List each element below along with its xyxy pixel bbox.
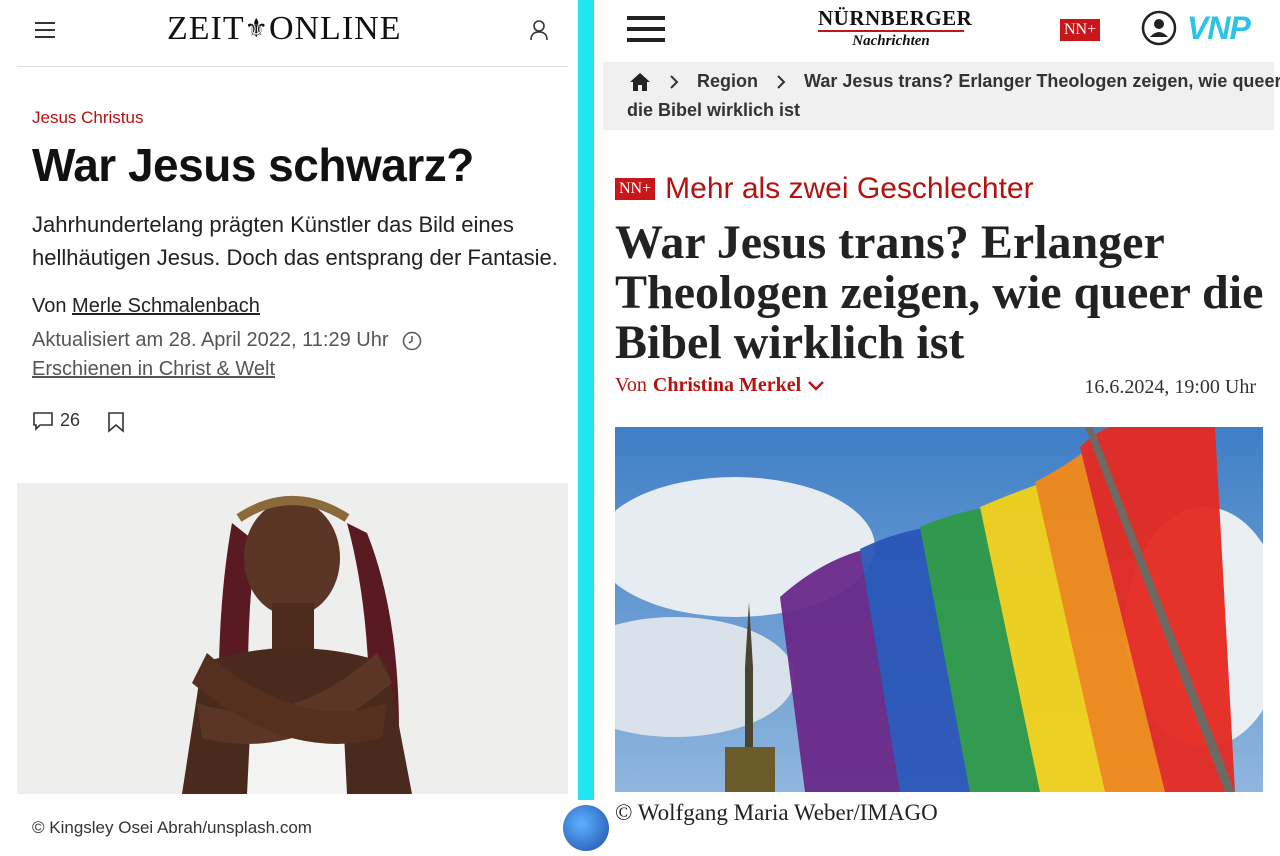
article-lead: Jahrhundertelang prägten Künstler das Bi… xyxy=(32,212,558,270)
divider xyxy=(578,0,594,800)
author-link[interactable]: Merle Schmalenbach xyxy=(72,295,260,317)
logo-rule xyxy=(818,30,964,32)
byline-prefix: Von xyxy=(615,374,647,396)
comments-button[interactable]: 26 xyxy=(32,410,80,431)
byline: Von Merle Schmalenbach xyxy=(32,295,260,318)
nn-article-panel: NÜRNBERGER Nachrichten NN+ VNP Region Wa… xyxy=(603,0,1280,856)
photo-credit: © Wolfgang Maria Weber/IMAGO xyxy=(615,800,938,825)
breadcrumb: Region War Jesus trans? Erlanger Theolog… xyxy=(603,62,1280,130)
publication-link[interactable]: Erschienen in Christ & Welt xyxy=(32,358,275,381)
zeit-article-panel: ZEIT⚜ONLINE Jesus Christus War Jesus sch… xyxy=(0,0,578,856)
vnp-logo[interactable]: VNP xyxy=(1187,10,1251,47)
comment-count: 26 xyxy=(60,410,81,430)
chevron-down-icon[interactable] xyxy=(807,380,825,392)
updated-text: Aktualisiert am 28. April 2022, 11:29 Uh… xyxy=(32,329,389,351)
byline: Von Christina Merkel xyxy=(615,374,825,397)
article-photo xyxy=(17,483,568,794)
account-icon[interactable] xyxy=(1141,10,1177,46)
breadcrumb-current-part2: die Bibel wirklich ist xyxy=(627,100,801,120)
byline-prefix: Von xyxy=(32,295,67,317)
nn-logo[interactable]: NÜRNBERGER Nachrichten xyxy=(818,6,973,49)
nn-plus-badge[interactable]: NN+ xyxy=(1060,19,1101,41)
publish-date: 16.6.2024, 19:00 Uhr xyxy=(1084,376,1256,398)
account-icon[interactable] xyxy=(529,18,549,42)
chevron-right-icon xyxy=(670,74,679,89)
nn-plus-badge-kicker: NN+ xyxy=(615,178,656,200)
breadcrumb-current-part1: War Jesus trans? Erlanger Theologen zeig… xyxy=(804,71,1280,91)
logo-line2: Nachrichten xyxy=(852,33,930,49)
chevron-right-icon xyxy=(777,74,786,89)
updated-timestamp: Aktualisiert am 28. April 2022, 11:29 Uh… xyxy=(32,329,422,352)
menu-icon[interactable] xyxy=(627,16,665,44)
logo-line1: NÜRNBERGER xyxy=(818,6,973,30)
zeit-logo[interactable]: ZEIT⚜ONLINE xyxy=(167,10,401,48)
home-icon[interactable] xyxy=(629,72,651,92)
rainbow-flag-image xyxy=(615,427,1263,792)
bookmark-icon[interactable] xyxy=(107,411,125,433)
clock-icon[interactable] xyxy=(402,331,422,351)
portrait-image xyxy=(17,483,568,794)
article-kicker[interactable]: Jesus Christus xyxy=(32,108,143,128)
article-title: War Jesus trans? Erlanger Theologen zeig… xyxy=(615,216,1264,369)
breadcrumb-region[interactable]: Region xyxy=(697,71,758,92)
globe-icon xyxy=(563,805,609,851)
article-title: War Jesus schwarz? xyxy=(32,139,474,191)
kicker-text: Mehr als zwei Geschlechter xyxy=(665,172,1034,205)
author-link[interactable]: Christina Merkel xyxy=(653,374,801,397)
comment-icon xyxy=(33,411,53,431)
zeit-header: ZEIT⚜ONLINE xyxy=(17,0,568,67)
photo-credit: © Kingsley Osei Abrah/unsplash.com xyxy=(32,818,312,837)
menu-icon[interactable] xyxy=(35,22,55,38)
article-photo xyxy=(615,427,1263,792)
article-kicker: NN+ Mehr als zwei Geschlechter xyxy=(615,172,1034,206)
